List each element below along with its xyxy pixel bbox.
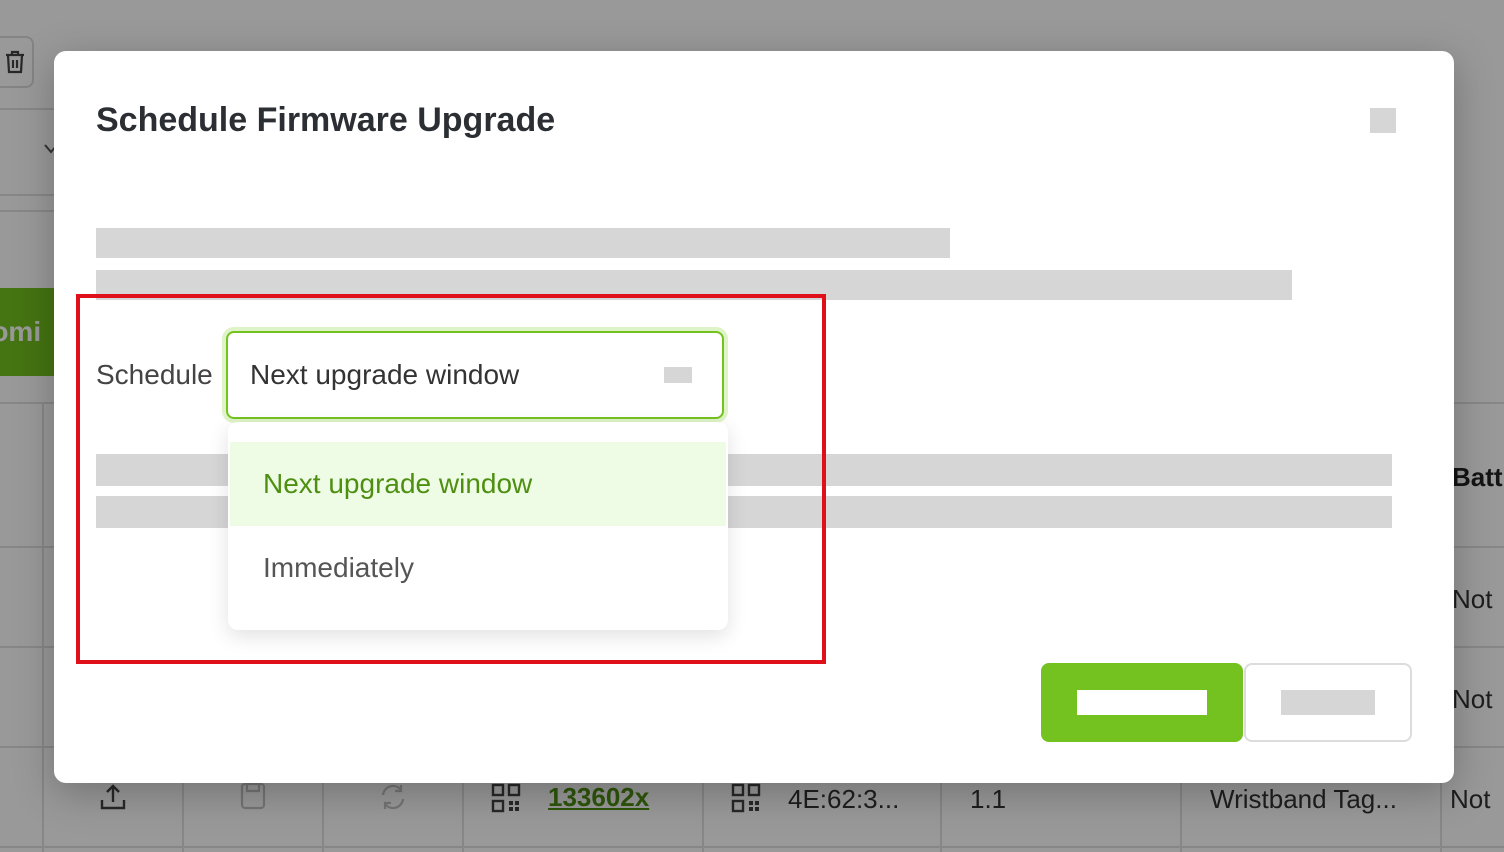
cancel-button-label-placeholder xyxy=(1281,690,1375,715)
text-placeholder xyxy=(96,228,950,258)
close-icon[interactable] xyxy=(1370,108,1396,133)
schedule-label: Schedule xyxy=(96,359,213,390)
dialog-title: Schedule Firmware Upgrade xyxy=(96,101,556,139)
schedule-select-value: Next upgrade window xyxy=(250,359,520,390)
schedule-dropdown-menu: Next upgrade window Immediately xyxy=(228,422,728,630)
text-placeholder xyxy=(96,270,1292,300)
confirm-button[interactable] xyxy=(1041,663,1243,742)
option-next-upgrade-window[interactable]: Next upgrade window xyxy=(230,442,726,526)
confirm-button-label-placeholder xyxy=(1077,690,1207,715)
option-immediately[interactable]: Immediately xyxy=(230,526,726,610)
schedule-select[interactable]: Next upgrade window xyxy=(226,331,724,419)
chevron-down-icon xyxy=(664,367,692,383)
cancel-button[interactable] xyxy=(1244,663,1412,742)
schedule-firmware-upgrade-dialog: Schedule Firmware Upgrade Schedule Next … xyxy=(54,51,1454,783)
